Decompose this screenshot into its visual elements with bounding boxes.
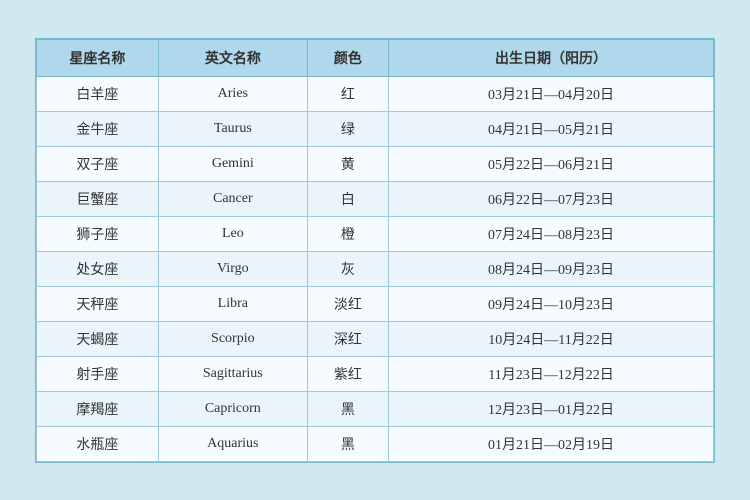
table-header-row: 星座名称 英文名称 颜色 出生日期（阳历） <box>37 39 714 76</box>
cell-en: Taurus <box>158 111 307 146</box>
cell-cn: 天蝎座 <box>37 321 159 356</box>
cell-cn: 处女座 <box>37 251 159 286</box>
header-color: 颜色 <box>307 39 388 76</box>
cell-en: Leo <box>158 216 307 251</box>
cell-cn: 白羊座 <box>37 76 159 111</box>
table-row: 射手座Sagittarius紫红11月23日—12月22日 <box>37 356 714 391</box>
cell-cn: 射手座 <box>37 356 159 391</box>
zodiac-table: 星座名称 英文名称 颜色 出生日期（阳历） 白羊座Aries红03月21日—04… <box>36 39 714 462</box>
cell-color: 深红 <box>307 321 388 356</box>
cell-color: 绿 <box>307 111 388 146</box>
table-row: 金牛座Taurus绿04月21日—05月21日 <box>37 111 714 146</box>
table-row: 白羊座Aries红03月21日—04月20日 <box>37 76 714 111</box>
cell-en: Cancer <box>158 181 307 216</box>
table-row: 天蝎座Scorpio深红10月24日—11月22日 <box>37 321 714 356</box>
cell-date: 12月23日—01月22日 <box>389 391 714 426</box>
cell-color: 红 <box>307 76 388 111</box>
cell-en: Capricorn <box>158 391 307 426</box>
cell-date: 06月22日—07月23日 <box>389 181 714 216</box>
cell-color: 黄 <box>307 146 388 181</box>
table-row: 摩羯座Capricorn黑12月23日—01月22日 <box>37 391 714 426</box>
cell-en: Sagittarius <box>158 356 307 391</box>
cell-cn: 摩羯座 <box>37 391 159 426</box>
cell-color: 紫红 <box>307 356 388 391</box>
cell-date: 05月22日—06月21日 <box>389 146 714 181</box>
cell-date: 04月21日—05月21日 <box>389 111 714 146</box>
table-row: 天秤座Libra淡红09月24日—10月23日 <box>37 286 714 321</box>
cell-cn: 天秤座 <box>37 286 159 321</box>
cell-color: 黑 <box>307 426 388 461</box>
cell-en: Aquarius <box>158 426 307 461</box>
cell-cn: 金牛座 <box>37 111 159 146</box>
cell-date: 11月23日—12月22日 <box>389 356 714 391</box>
header-date: 出生日期（阳历） <box>389 39 714 76</box>
cell-cn: 巨蟹座 <box>37 181 159 216</box>
table-row: 狮子座Leo橙07月24日—08月23日 <box>37 216 714 251</box>
header-en: 英文名称 <box>158 39 307 76</box>
cell-color: 黑 <box>307 391 388 426</box>
header-cn: 星座名称 <box>37 39 159 76</box>
cell-date: 07月24日—08月23日 <box>389 216 714 251</box>
table-row: 水瓶座Aquarius黑01月21日—02月19日 <box>37 426 714 461</box>
table-row: 双子座Gemini黄05月22日—06月21日 <box>37 146 714 181</box>
cell-en: Gemini <box>158 146 307 181</box>
cell-date: 08月24日—09月23日 <box>389 251 714 286</box>
cell-color: 白 <box>307 181 388 216</box>
cell-date: 03月21日—04月20日 <box>389 76 714 111</box>
cell-en: Libra <box>158 286 307 321</box>
cell-cn: 双子座 <box>37 146 159 181</box>
table-row: 处女座Virgo灰08月24日—09月23日 <box>37 251 714 286</box>
cell-color: 淡红 <box>307 286 388 321</box>
cell-color: 橙 <box>307 216 388 251</box>
cell-cn: 水瓶座 <box>37 426 159 461</box>
cell-color: 灰 <box>307 251 388 286</box>
zodiac-table-container: 星座名称 英文名称 颜色 出生日期（阳历） 白羊座Aries红03月21日—04… <box>35 38 715 463</box>
cell-en: Scorpio <box>158 321 307 356</box>
cell-date: 09月24日—10月23日 <box>389 286 714 321</box>
table-row: 巨蟹座Cancer白06月22日—07月23日 <box>37 181 714 216</box>
cell-cn: 狮子座 <box>37 216 159 251</box>
cell-date: 10月24日—11月22日 <box>389 321 714 356</box>
cell-en: Aries <box>158 76 307 111</box>
cell-date: 01月21日—02月19日 <box>389 426 714 461</box>
cell-en: Virgo <box>158 251 307 286</box>
